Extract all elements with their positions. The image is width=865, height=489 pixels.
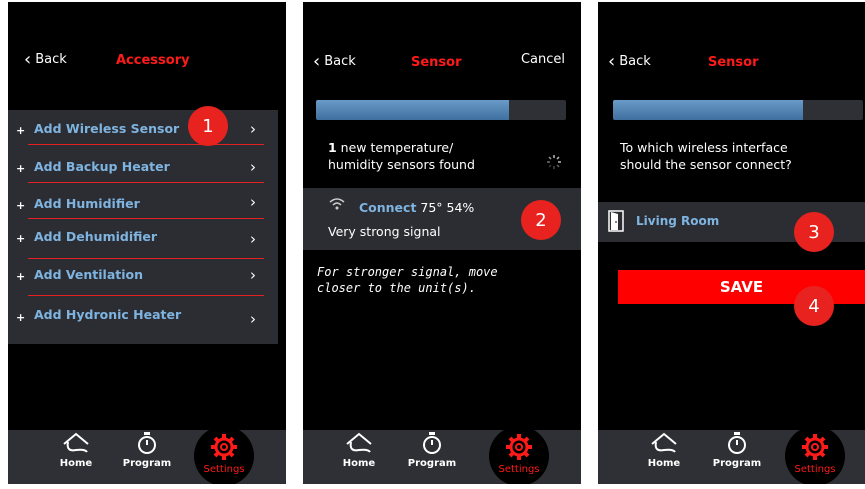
spinner-icon bbox=[547, 155, 561, 169]
found-count: 1 bbox=[328, 140, 337, 155]
room-label: Living Room bbox=[636, 214, 720, 228]
back-label: Back bbox=[619, 54, 651, 69]
list-item-add-dehumidifier[interactable]: + Add Dehumidifier › bbox=[8, 224, 278, 254]
nav-settings-label: Settings bbox=[203, 464, 245, 475]
item-label: Add Hydronic Heater bbox=[34, 307, 182, 322]
back-label: Back bbox=[324, 54, 356, 69]
nav-home[interactable]: Home bbox=[339, 430, 379, 484]
nav-settings[interactable]: Settings bbox=[785, 426, 845, 484]
stopwatch-icon bbox=[138, 432, 156, 454]
chevron-right-icon: › bbox=[250, 158, 256, 176]
divider bbox=[28, 258, 264, 259]
plus-icon: + bbox=[16, 124, 26, 137]
nav-home[interactable]: Home bbox=[644, 430, 684, 484]
list-item-add-backup-heater[interactable]: + Add Backup Heater › bbox=[8, 154, 278, 184]
list-item-add-humidifier[interactable]: + Add Humidifier › bbox=[8, 191, 278, 221]
back-label: Back bbox=[35, 52, 67, 67]
stopwatch-icon bbox=[728, 432, 746, 454]
chevron-right-icon: › bbox=[250, 230, 256, 248]
interface-screen: ‹ Back Sensor To which wireless interfac… bbox=[598, 2, 865, 484]
step-badge-3: 3 bbox=[794, 212, 834, 252]
nav-settings[interactable]: Settings bbox=[489, 426, 549, 484]
signal-text: Very strong signal bbox=[328, 224, 441, 239]
gear-icon bbox=[211, 434, 237, 460]
chevron-right-icon: › bbox=[250, 266, 256, 284]
chevron-left-icon: ‹ bbox=[608, 50, 616, 72]
divider bbox=[28, 144, 264, 145]
item-label: Add Dehumidifier bbox=[34, 229, 158, 244]
step-badge-1: 1 bbox=[188, 106, 228, 146]
back-button[interactable]: ‹ Back bbox=[24, 48, 67, 70]
question-line-1: To which wireless interface bbox=[620, 140, 788, 155]
chevron-right-icon: › bbox=[250, 310, 256, 328]
list-item-add-hydronic-heater[interactable]: + Add Hydronic Heater › bbox=[8, 303, 278, 333]
question-line-2: should the sensor connect? bbox=[620, 157, 792, 172]
chevron-left-icon: ‹ bbox=[24, 48, 32, 70]
nav-program-label: Program bbox=[122, 458, 172, 469]
nav-home-label: Home bbox=[59, 458, 93, 469]
divider bbox=[28, 182, 264, 183]
divider bbox=[28, 295, 264, 296]
nav-home-label: Home bbox=[342, 458, 376, 469]
chevron-right-icon: › bbox=[250, 120, 256, 138]
nav-settings-label: Settings bbox=[794, 464, 836, 475]
nav-home[interactable]: Home bbox=[56, 430, 96, 484]
nav-settings[interactable]: Settings bbox=[194, 426, 254, 484]
item-label: Add Wireless Sensor bbox=[34, 121, 180, 136]
sensor-screen: ‹ Back Sensor Cancel 1 new temperature/ … bbox=[303, 2, 581, 484]
plus-icon: + bbox=[16, 199, 26, 212]
nav-program[interactable]: Program bbox=[120, 430, 174, 484]
gear-icon bbox=[506, 434, 532, 460]
stopwatch-icon bbox=[423, 432, 441, 454]
accessory-screen: ‹ Back Accessory + Add Wireless Sensor ›… bbox=[8, 2, 286, 484]
page-title: Sensor bbox=[708, 55, 759, 70]
back-button[interactable]: ‹ Back bbox=[608, 50, 651, 72]
nav-program-label: Program bbox=[407, 458, 457, 469]
nav-settings-label: Settings bbox=[498, 464, 540, 475]
bottom-nav: Home Program Settings bbox=[303, 426, 581, 484]
plus-icon: + bbox=[16, 162, 26, 175]
progress-fill bbox=[613, 100, 803, 120]
home-icon bbox=[346, 432, 372, 453]
found-text-1: new temperature/ bbox=[336, 140, 454, 155]
plus-icon: + bbox=[16, 232, 26, 245]
step-badge-2: 2 bbox=[521, 200, 561, 240]
connect-link[interactable]: Connect bbox=[359, 200, 416, 215]
item-label: Add Backup Heater bbox=[34, 159, 170, 174]
list-item-add-ventilation[interactable]: + Add Ventilation › bbox=[8, 262, 278, 292]
chevron-left-icon: ‹ bbox=[313, 50, 321, 72]
signal-hint: For stronger signal, move closer to the … bbox=[317, 265, 498, 295]
progress-fill bbox=[316, 100, 509, 120]
step-badge-4: 4 bbox=[794, 286, 834, 326]
gear-icon bbox=[802, 434, 828, 460]
page-title: Accessory bbox=[116, 53, 190, 68]
back-button[interactable]: ‹ Back bbox=[313, 50, 356, 72]
chevron-right-icon: › bbox=[250, 193, 256, 211]
home-icon bbox=[63, 432, 89, 453]
sensor-reading: 75° 54% bbox=[416, 200, 475, 215]
list-item-add-wireless-sensor[interactable]: + Add Wireless Sensor › bbox=[8, 116, 278, 146]
door-icon bbox=[608, 210, 624, 232]
found-line-2: humidity sensors found bbox=[328, 157, 475, 172]
wifi-icon bbox=[329, 198, 345, 210]
nav-home-label: Home bbox=[647, 458, 681, 469]
cancel-button[interactable]: Cancel bbox=[521, 52, 565, 67]
plus-icon: + bbox=[16, 270, 26, 283]
item-label: Add Ventilation bbox=[34, 267, 144, 282]
nav-program[interactable]: Program bbox=[710, 430, 764, 484]
accessory-list: + Add Wireless Sensor › + Add Backup Hea… bbox=[8, 110, 278, 344]
progress-bar bbox=[316, 100, 566, 120]
plus-icon: + bbox=[16, 311, 26, 324]
bottom-nav: Home Program Settings bbox=[8, 426, 286, 484]
connect-line: Connect 75° 54% bbox=[359, 199, 474, 216]
bottom-nav: Home Program Settings bbox=[598, 426, 865, 484]
divider bbox=[28, 218, 264, 219]
nav-program[interactable]: Program bbox=[405, 430, 459, 484]
page-title: Sensor bbox=[411, 55, 462, 70]
found-line-1: 1 new temperature/ bbox=[328, 139, 453, 156]
nav-program-label: Program bbox=[712, 458, 762, 469]
progress-bar bbox=[613, 100, 863, 120]
item-label: Add Humidifier bbox=[34, 196, 140, 211]
home-icon bbox=[651, 432, 677, 453]
